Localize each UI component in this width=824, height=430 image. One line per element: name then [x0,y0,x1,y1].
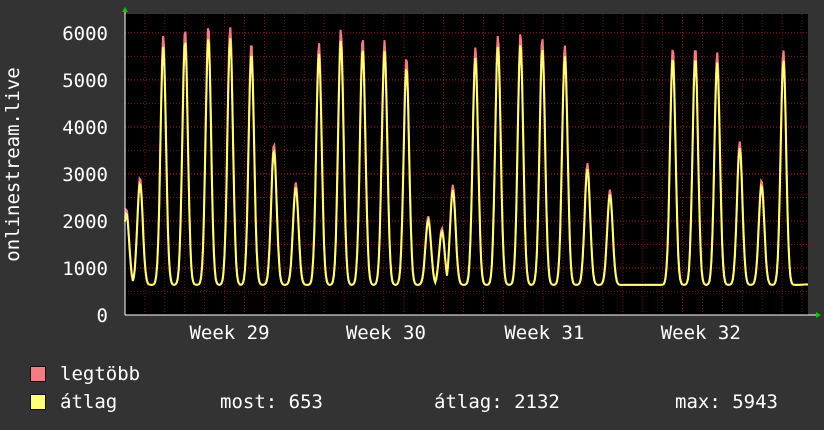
x-axis-arrow [816,312,821,318]
stat-max: max: 5943 [675,391,778,413]
legend-item-atlag: átlag most: 653 átlag: 2132 max: 5943 [30,392,810,412]
x-tick-label: Week 29 [189,322,269,344]
y-tick-label: 2000 [62,211,108,233]
legend-label-atlag: átlag [60,391,118,413]
x-axis: Week 29 Week 30 Week 31 Week 32 [189,322,740,344]
y-tick-label: 0 [97,305,108,327]
x-tick-label: Week 32 [661,322,741,344]
x-tick-label: Week 31 [504,322,584,344]
stat-now: most: 653 [220,391,323,413]
y-tick-label: 5000 [62,70,108,92]
legend-swatch-legtobb [30,366,46,382]
stat-average: átlag: 2132 [434,391,560,413]
y-tick-label: 6000 [62,23,108,45]
y-axis: 0 1000 2000 3000 4000 5000 6000 [62,23,108,327]
x-tick-label: Week 30 [346,322,426,344]
legend-label-legtobb: legtöbb [60,363,141,385]
y-axis-arrow [122,7,128,12]
y-axis-label: onlinestream.live [2,67,24,261]
y-tick-label: 3000 [62,164,108,186]
y-tick-label: 4000 [62,117,108,139]
y-tick-label: 1000 [62,258,108,280]
legend-swatch-atlag [30,394,46,410]
